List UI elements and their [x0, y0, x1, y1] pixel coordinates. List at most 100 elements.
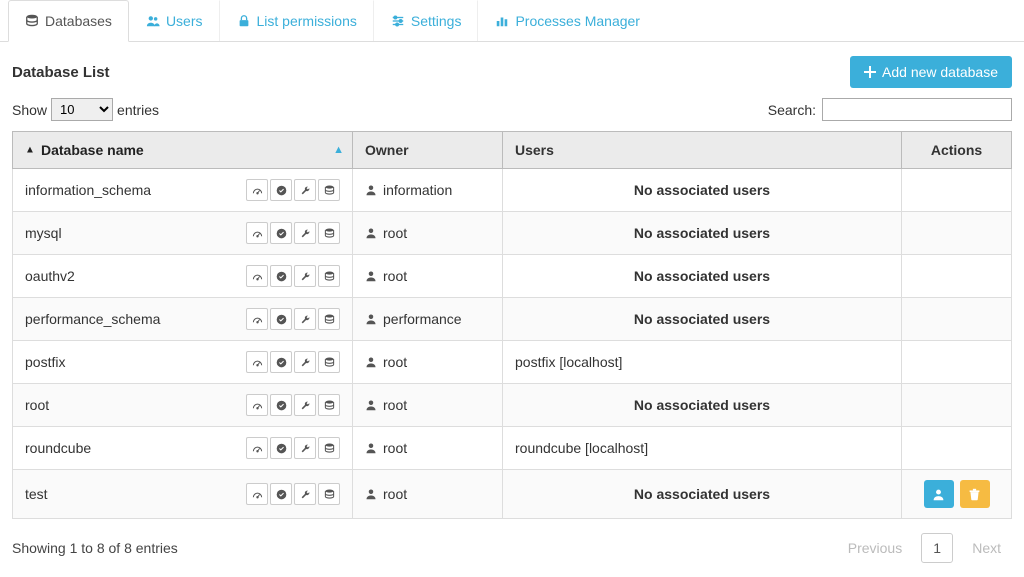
owner-name: root: [383, 225, 407, 241]
row-action-database-button[interactable]: [318, 351, 340, 373]
row-action-database-button[interactable]: [318, 394, 340, 416]
gauge-icon: [252, 314, 263, 325]
page-number-button[interactable]: 1: [921, 533, 953, 563]
lock-icon: [237, 14, 251, 28]
user-icon: [365, 356, 377, 368]
row-action-check-circle-button[interactable]: [270, 351, 292, 373]
row-action-wrench-button[interactable]: [294, 394, 316, 416]
row-action-database-button[interactable]: [318, 308, 340, 330]
wrench-icon: [300, 271, 311, 282]
tab-users[interactable]: Users: [129, 0, 220, 41]
check-circle-icon: [276, 357, 287, 368]
tab-label: Processes Manager: [515, 13, 640, 29]
user-icon: [365, 399, 377, 411]
row-action-check-circle-button[interactable]: [270, 179, 292, 201]
database-icon: [324, 314, 335, 325]
check-circle-icon: [276, 185, 287, 196]
check-circle-icon: [276, 228, 287, 239]
database-name: mysql: [25, 225, 62, 241]
row-action-database-button[interactable]: [318, 179, 340, 201]
table-row: mysql root No associated users: [13, 212, 1012, 255]
row-action-wrench-button[interactable]: [294, 308, 316, 330]
row-action-check-circle-button[interactable]: [270, 483, 292, 505]
plus-icon: [864, 66, 876, 78]
row-action-gauge-button[interactable]: [246, 394, 268, 416]
row-action-check-circle-button[interactable]: [270, 308, 292, 330]
row-action-wrench-button[interactable]: [294, 483, 316, 505]
wrench-icon: [300, 400, 311, 411]
wrench-icon: [300, 357, 311, 368]
database-icon: [324, 400, 335, 411]
table-row: oauthv2rootNo associated users: [13, 255, 1012, 298]
column-header-users[interactable]: Users: [503, 132, 902, 169]
row-action-gauge-button[interactable]: [246, 179, 268, 201]
assign-user-button[interactable]: [924, 480, 954, 508]
tab-databases[interactable]: Databases: [8, 0, 129, 42]
trash-icon: [968, 488, 981, 501]
pagination: Previous 1 Next: [837, 533, 1012, 563]
search-input[interactable]: [822, 98, 1012, 121]
gauge-icon: [252, 400, 263, 411]
column-header-name[interactable]: ▲ Database name ▲: [13, 132, 353, 169]
row-action-gauge-button[interactable]: [246, 308, 268, 330]
delete-database-button[interactable]: [960, 480, 990, 508]
row-action-wrench-button[interactable]: [294, 437, 316, 459]
row-action-database-button[interactable]: [318, 437, 340, 459]
no-users-text: No associated users: [515, 225, 889, 241]
wrench-icon: [300, 489, 311, 500]
add-new-database-button[interactable]: Add new database: [850, 56, 1012, 88]
tab-processes-manager[interactable]: Processes Manager: [478, 0, 657, 41]
row-action-gauge-button[interactable]: [246, 437, 268, 459]
row-action-wrench-button[interactable]: [294, 222, 316, 244]
table-info: Showing 1 to 8 of 8 entries: [12, 540, 178, 556]
search-label: Search:: [768, 102, 816, 118]
no-users-text: No associated users: [515, 268, 889, 284]
row-action-wrench-button[interactable]: [294, 351, 316, 373]
row-action-database-button[interactable]: [318, 483, 340, 505]
row-action-database-button[interactable]: [318, 265, 340, 287]
wrench-icon: [300, 443, 311, 454]
row-action-gauge-button[interactable]: [246, 265, 268, 287]
caret-up-icon: ▲: [25, 145, 35, 156]
owner-name: performance: [383, 311, 462, 327]
page-size-select[interactable]: 102550100: [51, 98, 113, 121]
row-action-gauge-button[interactable]: [246, 483, 268, 505]
table-row: rootrootNo associated users: [13, 384, 1012, 427]
user-icon: [365, 270, 377, 282]
previous-page-button[interactable]: Previous: [837, 533, 913, 563]
row-action-check-circle-button[interactable]: [270, 222, 292, 244]
table-row: information_schemainformationNo associat…: [13, 169, 1012, 212]
sort-asc-icon: ▲: [333, 144, 344, 156]
database-icon: [324, 357, 335, 368]
table-row: performance_schemaperformanceNo associat…: [13, 298, 1012, 341]
row-action-gauge-button[interactable]: [246, 351, 268, 373]
row-action-gauge-button[interactable]: [246, 222, 268, 244]
database-name: information_schema: [25, 182, 151, 198]
user-icon: [365, 184, 377, 196]
database-name: root: [25, 397, 49, 413]
wrench-icon: [300, 314, 311, 325]
tab-list-permissions[interactable]: List permissions: [220, 0, 374, 41]
row-action-database-button[interactable]: [318, 222, 340, 244]
tab-settings[interactable]: Settings: [374, 0, 479, 41]
table-row: roundcuberootroundcube [localhost]: [13, 427, 1012, 470]
show-suffix: entries: [117, 102, 159, 118]
users-list: roundcube [localhost]: [515, 440, 889, 456]
row-action-wrench-button[interactable]: [294, 265, 316, 287]
owner-name: root: [383, 486, 407, 502]
row-action-check-circle-button[interactable]: [270, 265, 292, 287]
owner-name: root: [383, 440, 407, 456]
add-button-label: Add new database: [882, 64, 998, 80]
column-header-owner[interactable]: Owner: [353, 132, 503, 169]
row-action-check-circle-button[interactable]: [270, 394, 292, 416]
owner-name: information: [383, 182, 452, 198]
database-icon: [324, 271, 335, 282]
tab-label: Settings: [411, 13, 462, 29]
tab-label: Users: [166, 13, 203, 29]
gauge-icon: [252, 489, 263, 500]
row-action-wrench-button[interactable]: [294, 179, 316, 201]
row-action-check-circle-button[interactable]: [270, 437, 292, 459]
database-name: test: [25, 486, 48, 502]
database-name: performance_schema: [25, 311, 160, 327]
next-page-button[interactable]: Next: [961, 533, 1012, 563]
